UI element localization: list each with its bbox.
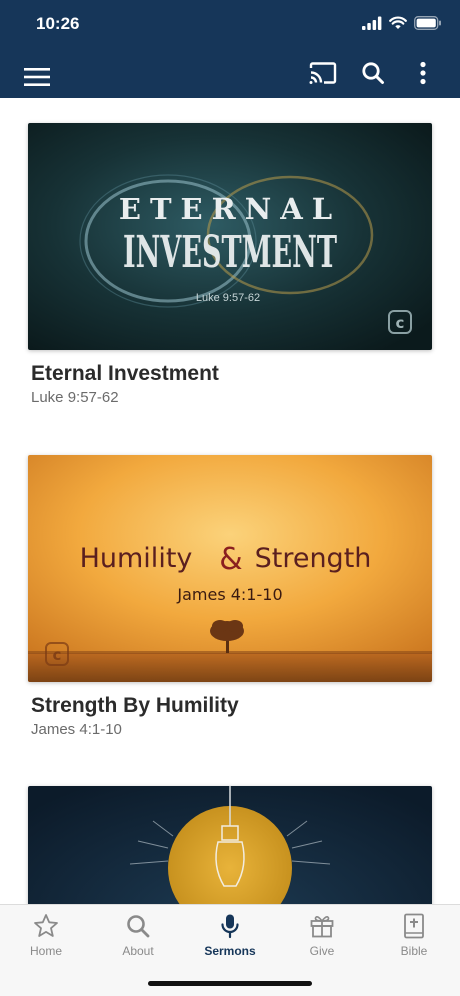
art-ampersand: &	[219, 542, 242, 577]
app-header: 10:26	[0, 0, 460, 98]
sermon-reference: Luke 9:57-62	[31, 389, 119, 406]
star-icon	[34, 914, 58, 937]
art-caption: Luke 9:57-62	[196, 292, 260, 304]
gift-icon	[310, 915, 334, 938]
tab-give[interactable]: Give	[276, 913, 368, 967]
tab-bible[interactable]: Bible	[368, 913, 460, 967]
art-title-line1: Humility	[80, 543, 193, 574]
cast-icon	[309, 62, 337, 84]
app-screen: 10:26 ETERNAL INVESTMENT Luke 9:57-62 c …	[0, 0, 460, 996]
bible-icon	[404, 913, 424, 939]
microphone-icon	[221, 914, 239, 939]
sermon-card[interactable]: Humility & Strength James 4:1-10 c Stren…	[28, 455, 432, 738]
sermon-thumbnail[interactable]: Humility & Strength James 4:1-10 c	[28, 455, 432, 682]
menu-button[interactable]	[22, 62, 52, 92]
wifi-icon	[389, 16, 407, 29]
tab-label: Bible	[400, 944, 428, 958]
tab-home[interactable]: Home	[0, 913, 92, 967]
tab-sermons[interactable]: Sermons	[184, 913, 276, 967]
art-title-line1: ETERNAL	[119, 192, 341, 226]
tab-label: Give	[309, 944, 335, 958]
art-caption: James 4:1-10	[176, 585, 282, 604]
search-icon	[127, 915, 150, 938]
tab-label: Sermons	[204, 944, 256, 958]
sermon-reference: James 4:1-10	[31, 721, 122, 738]
search-icon	[362, 62, 384, 84]
svg-text:c: c	[396, 314, 405, 332]
sermon-card[interactable]: ETERNAL INVESTMENT Luke 9:57-62 c Eterna…	[28, 123, 432, 406]
battery-icon	[414, 16, 441, 30]
art-title-line2: INVESTMENT	[123, 227, 337, 278]
sermon-thumbnail[interactable]	[28, 786, 432, 904]
sermon-title[interactable]: Eternal Investment	[31, 362, 432, 386]
status-icons	[362, 16, 442, 30]
search-button[interactable]	[358, 58, 388, 88]
tab-label: Home	[29, 944, 62, 958]
status-time: 10:26	[36, 14, 80, 33]
cast-button[interactable]	[308, 58, 338, 88]
sermon-card[interactable]	[28, 786, 432, 904]
home-indicator	[148, 981, 312, 986]
art-title-line2: Strength	[255, 543, 372, 574]
sermon-title[interactable]: Strength By Humility	[31, 694, 432, 718]
signal-icon	[362, 16, 382, 30]
sermon-thumbnail[interactable]: ETERNAL INVESTMENT Luke 9:57-62 c	[28, 123, 432, 350]
more-vert-icon	[420, 61, 426, 85]
more-options-button[interactable]	[408, 58, 438, 88]
tab-about[interactable]: About	[92, 913, 184, 967]
menu-icon	[24, 68, 50, 86]
svg-text:c: c	[53, 646, 62, 664]
sermon-list: ETERNAL INVESTMENT Luke 9:57-62 c Eterna…	[0, 98, 460, 904]
tab-label: About	[122, 944, 154, 958]
